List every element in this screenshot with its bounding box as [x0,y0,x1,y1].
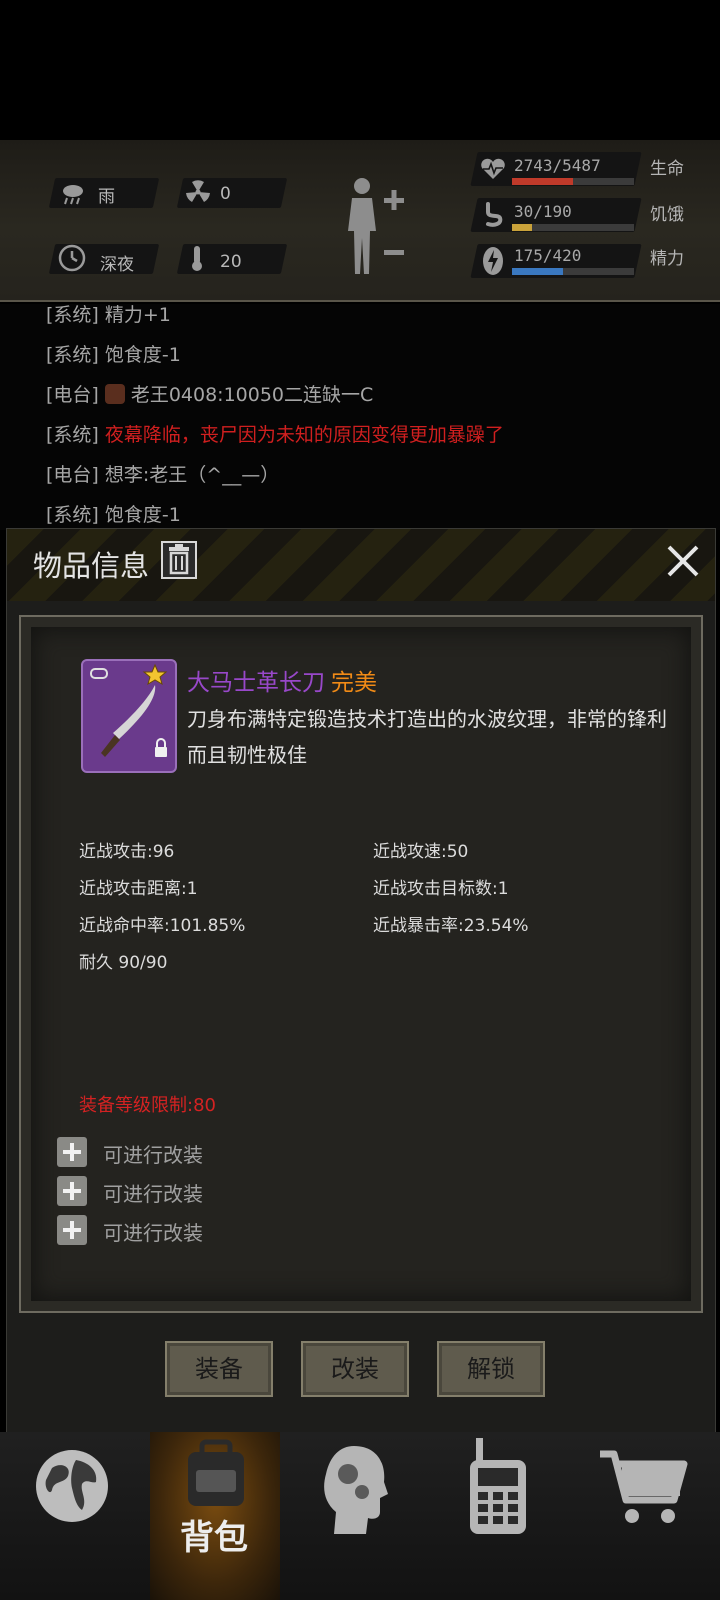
item-name: 大马士革长刀 完美 [187,663,377,697]
item-slot[interactable] [81,659,177,773]
mod-slot-label: 可进行改装 [103,1143,203,1167]
chat-line: [系统] 精力+1 [46,304,171,327]
chat-line: [系统] 饱食度-1 [46,340,181,367]
item-name-text: 大马士革长刀 [187,670,325,696]
chat-tag: [电台] [46,384,99,406]
stat-melee-hit: 近战命中率:101.85% [79,916,246,936]
item-quality: 完美 [331,670,377,696]
stat-melee-speed: 近战攻速:50 [373,842,469,862]
unlock-button[interactable]: 解锁 [437,1341,545,1397]
hunger-label: 饥饿 [650,205,684,225]
chat-line: [电台] 老王0408:10050二连缺一C [46,380,373,407]
nav-radio-icon[interactable] [466,1438,530,1538]
hunger-bar-fill [512,224,532,231]
hunger-bar [512,224,634,231]
trash-icon [169,544,189,575]
life-bar [512,178,634,185]
chat-text: 想李:老王（^__—） [104,464,280,486]
weather-label: 雨 [98,187,115,207]
chat-text: 精力+1 [104,304,171,326]
heart-icon [481,158,505,179]
mod-slot-add-icon[interactable] [57,1176,87,1206]
nav-backpack-tab[interactable]: 背包 [150,1432,280,1600]
chat-tag: [系统] [46,424,99,446]
radiation-icon [186,180,210,202]
energy-bar [512,268,634,275]
player-avatar-icon [104,384,125,404]
equip-button[interactable]: 装备 [165,1341,273,1397]
nav-skills-head-icon[interactable] [318,1442,390,1538]
rain-cloud-icon [63,185,83,205]
close-icon[interactable] [661,539,705,583]
chat-line: [系统] 饱食度-1 [46,500,181,527]
nav-shop-cart-icon[interactable] [598,1448,688,1528]
chat-log[interactable]: [系统] 精力+1 [系统] 饱食度-1 [电台] 老王0408:10050二连缺… [0,304,720,530]
energy-label: 精力 [650,249,684,269]
item-description: 刀身布满特定锻造技术打造出的水波纹理，非常的锋利而且韧性极佳 [187,707,667,767]
energy-bolt-icon [483,247,503,275]
chat-line: [电台] 想李:老王（^__—） [46,460,279,487]
status-panel: 雨 0 深夜 20 2743/5487 生命 30/190 饥饿 175/420 [0,140,720,302]
body-status-icon[interactable] [340,176,410,276]
time-label: 深夜 [100,255,134,275]
level-requirement: 装备等级限制:80 [79,1095,216,1116]
trash-button[interactable] [161,541,197,579]
stat-melee-range: 近战攻击距离:1 [79,879,198,899]
stat-melee-targets: 近战攻击目标数:1 [373,879,509,899]
chat-tag: [系统] [46,304,99,326]
mod-slot-add-icon[interactable] [57,1137,87,1167]
stat-durability: 耐久 90/90 [79,953,168,973]
clock-icon [58,244,86,272]
life-bar-fill [512,178,573,185]
radiation-value: 0 [220,184,231,204]
stat-melee-crit: 近战暴击率:23.54% [373,916,529,936]
chat-tag: [系统] [46,504,99,526]
chat-line: [系统] 夜幕降临，丧尸因为未知的原因变得更加暴躁了 [46,420,504,447]
modify-button[interactable]: 改装 [301,1341,409,1397]
chat-tag: [系统] [46,344,99,366]
stomach-icon [486,202,503,227]
stat-melee-attack: 近战攻击:96 [79,842,175,862]
mod-slot-label: 可进行改装 [103,1221,203,1245]
hunger-value: 30/190 [514,202,572,221]
life-value: 2743/5487 [514,156,601,175]
life-label: 生命 [650,159,684,179]
mod-slot-add-icon[interactable] [57,1215,87,1245]
item-info-dialog: 物品信息 大马士革长刀 完美 刀身布满特定锻造技术打造出的水波纹理，非常的锋利而且… [6,528,716,1460]
energy-value: 175/420 [514,246,582,265]
temperature-value: 20 [220,252,242,272]
backpack-icon [188,1439,244,1506]
chat-text: 饱食度-1 [104,344,181,366]
dialog-title: 物品信息 [33,549,150,583]
nav-backpack-label: 背包 [180,1518,248,1558]
energy-bar-fill [512,268,564,275]
mod-slot-label: 可进行改装 [103,1182,203,1206]
chat-tag: [电台] [46,464,99,486]
bottom-nav: 背包 [0,1432,720,1600]
chat-text: 老王0408:10050二连缺一C [130,384,374,406]
thermometer-icon [192,246,202,271]
chat-text: 饱食度-1 [104,504,181,526]
machete-icon [90,663,168,757]
chat-text: 夜幕降临，丧尸因为未知的原因变得更加暴躁了 [104,424,504,446]
nav-world-map-icon[interactable] [32,1440,112,1530]
item-detail-panel: 大马士革长刀 完美 刀身布满特定锻造技术打造出的水波纹理，非常的锋利而且韧性极佳 … [19,615,703,1313]
